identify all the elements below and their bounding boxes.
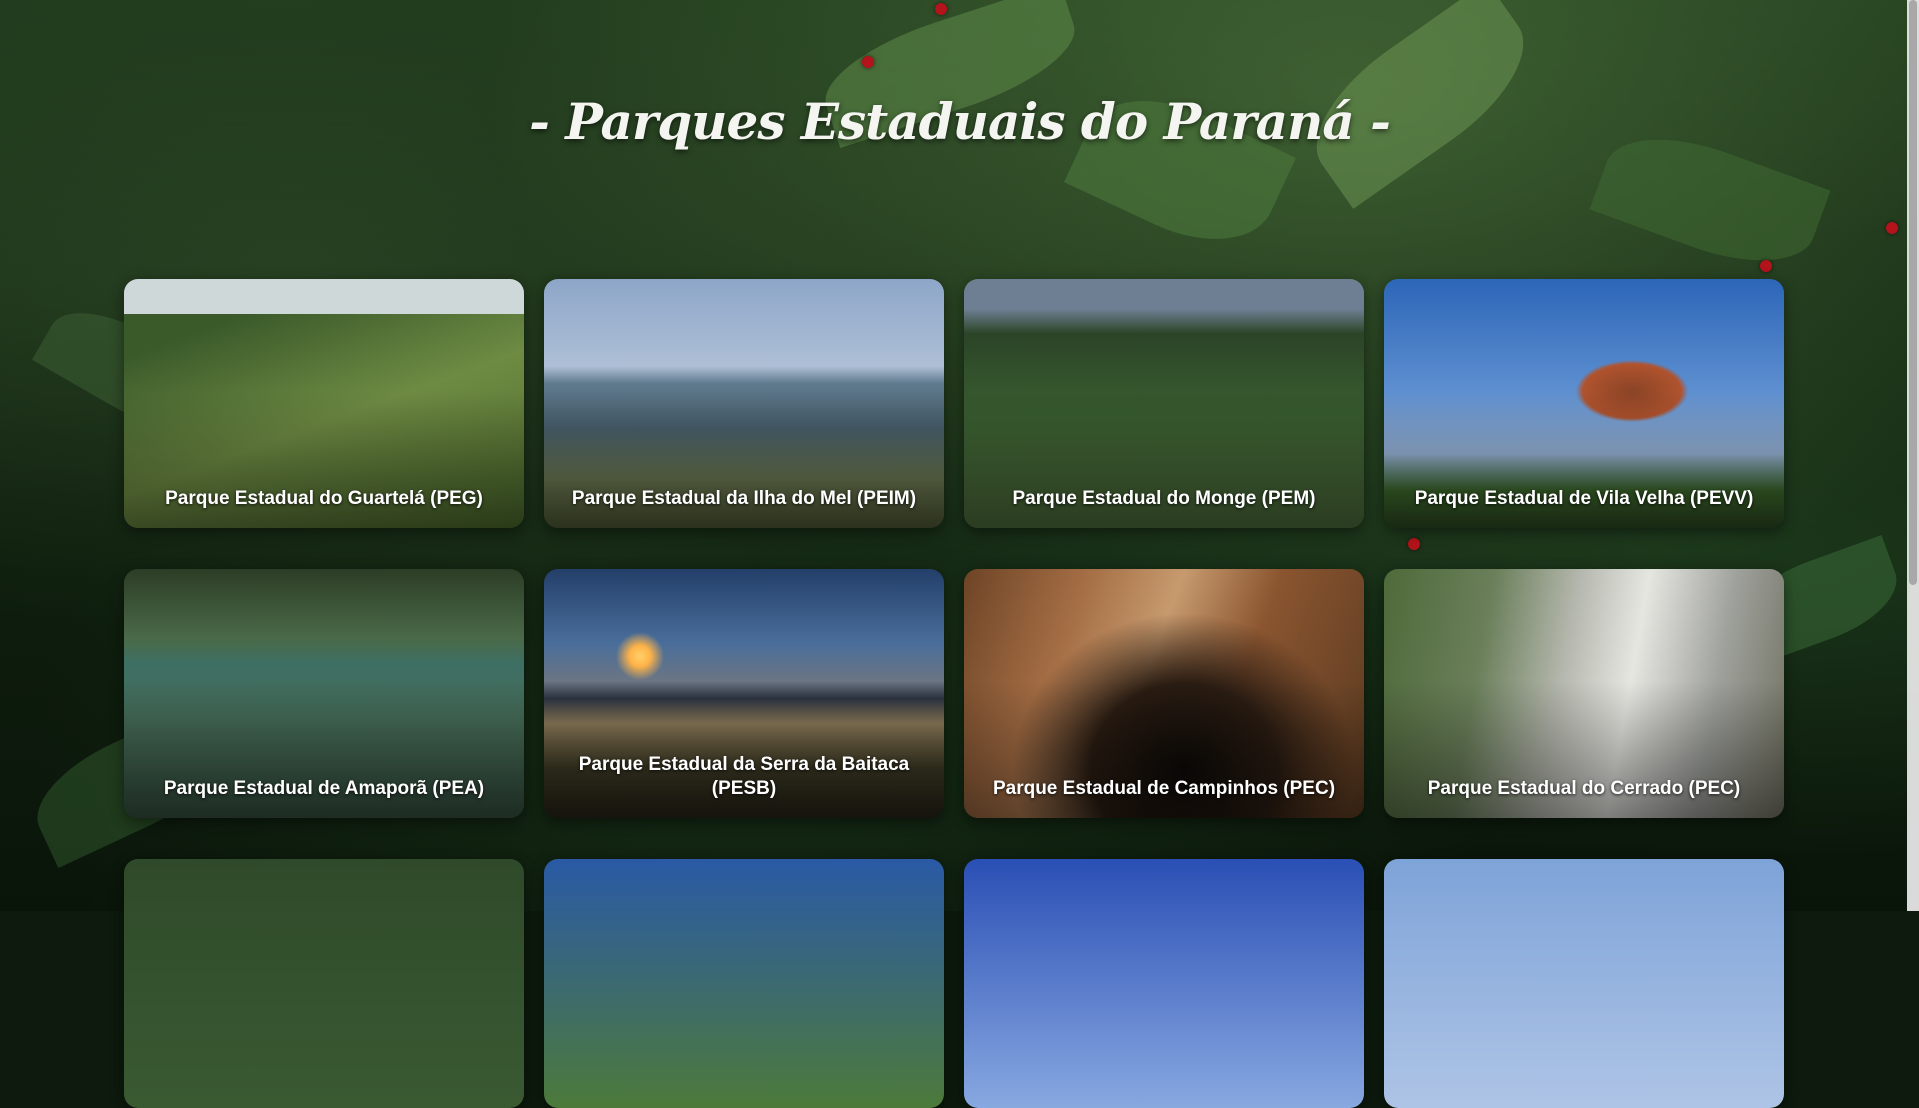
- park-card-cerrado[interactable]: Parque Estadual do Cerrado (PEC): [1384, 569, 1784, 818]
- park-card[interactable]: [1384, 859, 1784, 1108]
- park-card-campinhos[interactable]: Parque Estadual de Campinhos (PEC): [964, 569, 1364, 818]
- park-card-serra-da-baitaca[interactable]: Parque Estadual da Serra da Baitaca (PES…: [544, 569, 944, 818]
- berry-decoration: [1886, 222, 1898, 234]
- berry-decoration: [935, 3, 947, 15]
- park-card-title: Parque Estadual de Amaporã (PEA): [163, 778, 485, 799]
- park-card-title: Parque Estadual da Ilha do Mel (PEIM): [571, 488, 917, 509]
- park-card-title: Parque Estadual de Vila Velha (PEVV): [1414, 488, 1754, 509]
- park-card[interactable]: [544, 859, 944, 1108]
- scrollbar-thumb[interactable]: [1909, 0, 1917, 585]
- park-card-amapora[interactable]: Parque Estadual de Amaporã (PEA): [124, 569, 524, 818]
- park-card[interactable]: [124, 859, 524, 1108]
- park-card-title: Parque Estadual de Campinhos (PEC): [992, 778, 1336, 799]
- park-card-title: Parque Estadual do Guartelá (PEG): [165, 488, 483, 509]
- park-card-vila-velha[interactable]: Parque Estadual de Vila Velha (PEVV): [1384, 279, 1784, 528]
- vertical-scrollbar[interactable]: [1907, 0, 1919, 911]
- park-card-title: Parque Estadual da Serra da Baitaca (PES…: [578, 754, 910, 799]
- park-card-title: Parque Estadual do Cerrado (PEC): [1427, 778, 1741, 799]
- berry-decoration: [862, 56, 874, 68]
- park-card-title: Parque Estadual do Monge (PEM): [1012, 488, 1316, 509]
- berry-decoration: [1760, 260, 1772, 272]
- page-title: - Parques Estaduais do Paraná -: [529, 92, 1391, 151]
- berry-decoration: [1408, 538, 1420, 550]
- park-card-guartela[interactable]: Parque Estadual do Guartelá (PEG): [124, 279, 524, 528]
- park-card-ilha-do-mel[interactable]: Parque Estadual da Ilha do Mel (PEIM): [544, 279, 944, 528]
- park-card-monge[interactable]: Parque Estadual do Monge (PEM): [964, 279, 1364, 528]
- park-card[interactable]: [964, 859, 1364, 1108]
